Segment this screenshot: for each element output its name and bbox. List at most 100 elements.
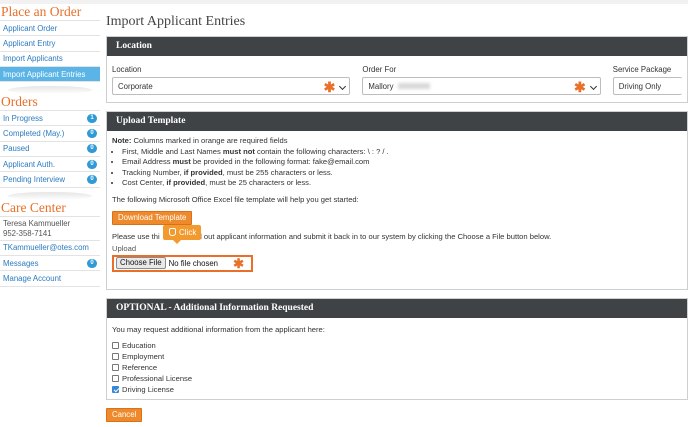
count-badge: 1 (87, 113, 97, 123)
orders-list: In Progress 1 Completed (May.) 0 Paused 0 A… (0, 110, 100, 188)
location-field: Location Corporate ✱ (112, 65, 351, 95)
sidebar-item-label: Applicant Auth. (3, 159, 56, 169)
location-panel-heading: Location (107, 37, 687, 56)
rule-text: First, Middle and Last Names (122, 146, 223, 156)
sidebar-item-label: Applicant Entry (3, 38, 56, 48)
location-row: Location Corporate ✱ Order For Mallory ✱ (112, 61, 682, 95)
count-badge: 0 (87, 258, 97, 268)
sidebar-item-applicant-auth[interactable]: Applicant Auth. 0 (0, 156, 100, 171)
sidebar-item-in-progress[interactable]: In Progress 1 (0, 110, 100, 125)
upload-template-panel: Upload Template Note: Columns marked in … (106, 111, 688, 290)
redacted-name (397, 83, 430, 89)
option-professional-license[interactable]: Professional License (112, 373, 682, 384)
rule-text: Cost Center, (122, 178, 167, 187)
rule-emphasis: must (172, 157, 191, 166)
location-panel-body: Location Corporate ✱ Order For Mallory ✱ (107, 56, 687, 102)
optional-intro: You may request additional information f… (112, 325, 325, 334)
order-for-label: Order For (362, 65, 397, 74)
option-reference[interactable]: Reference (112, 362, 682, 373)
upload-template-body: Note: Columns marked in orange are requi… (107, 131, 687, 289)
contact-phone: 952-358-7141 (3, 228, 52, 238)
email-text: TKammueller@otes.com (3, 243, 89, 253)
required-asterisk-icon: ✱ (323, 79, 336, 95)
service-package-select[interactable]: Driving Only (612, 77, 682, 95)
sidebar: Place an Order Applicant Order Applicant… (0, 4, 100, 287)
location-select[interactable]: Corporate ✱ (112, 77, 351, 95)
location-value: Corporate (118, 81, 153, 91)
service-package-field: Service Package Driving Only (612, 65, 682, 95)
instructions-start: Please use thi (112, 232, 160, 241)
sidebar-item-label: Manage Account (3, 273, 62, 283)
option-education[interactable]: Education (112, 341, 682, 352)
location-label: Location (112, 65, 142, 74)
sidebar-item-applicant-entry[interactable]: Applicant Entry (0, 35, 100, 50)
chevron-down-icon (339, 82, 347, 91)
sidebar-item-applicant-order[interactable]: Applicant Order (0, 20, 100, 35)
callout-text: Click (179, 227, 197, 237)
required-asterisk-icon: ✱ (574, 79, 586, 95)
option-label: Driving License (122, 384, 174, 394)
count-badge: 0 (87, 144, 97, 154)
care-center-list: Teresa Kammueller 952-358-7141 TKammuell… (0, 215, 100, 287)
order-for-select[interactable]: Mallory ✱ (362, 77, 601, 95)
service-package-value: Driving Only (618, 81, 662, 91)
checkbox-professional-license[interactable] (112, 374, 119, 382)
count-badge: 0 (87, 129, 97, 139)
option-employment[interactable]: Employment (112, 351, 682, 362)
option-driving-license[interactable]: Driving License (112, 384, 682, 395)
top-bar (0, 0, 688, 4)
download-template-button[interactable]: Download Template (112, 211, 193, 225)
sidebar-item-import-applicants[interactable]: Import Applicants (0, 50, 100, 66)
footer-actions: Cancel (106, 408, 688, 422)
sidebar-item-label: Import Applicants (3, 54, 63, 64)
sidebar-item-completed[interactable]: Completed (May.) 0 (0, 125, 100, 140)
place-order-list: Applicant Order Applicant Entry Import A… (0, 20, 100, 83)
template-text: The following Microsoft Office Excel fil… (112, 194, 359, 204)
cancel-button[interactable]: Cancel (106, 408, 143, 422)
sidebar-item-manage-account[interactable]: Manage Account (0, 270, 100, 285)
sidebar-item-label: In Progress (3, 113, 43, 123)
main-content: Import Applicant Entries Location Locati… (106, 14, 688, 422)
sidebar-item-paused[interactable]: Paused 0 (0, 140, 100, 156)
rule-emphasis: must not (222, 146, 255, 156)
contact-email-link[interactable]: TKammueller@otes.com (0, 239, 100, 255)
sidebar-item-messages[interactable]: Messages 0 (0, 254, 100, 270)
rule-text: Email Address (122, 157, 173, 166)
checkbox-driving-license[interactable] (112, 385, 119, 393)
checkbox-reference[interactable] (112, 363, 119, 371)
option-label: Professional License (122, 373, 193, 383)
sidebar-item-label: Pending Interview (3, 175, 65, 185)
upload-template-heading: Upload Template (107, 112, 687, 131)
sidebar-item-import-applicant-entries[interactable]: Import Applicant Entries (0, 65, 100, 82)
option-label: Reference (122, 362, 158, 372)
choose-file-button[interactable]: Choose File (116, 257, 166, 269)
contact-info: Teresa Kammueller 952-358-7141 (0, 215, 100, 240)
location-panel: Location Location Corporate ✱ Order For … (106, 36, 688, 103)
rule-emphasis: if provided (183, 167, 223, 177)
service-package-label: Service Package (612, 65, 672, 74)
list-item: Cost Center, if provided, must be 25 cha… (122, 178, 682, 189)
sidebar-item-label: Paused (3, 144, 30, 154)
page-title: Import Applicant Entries (106, 14, 246, 29)
sidebar-item-pending-interview[interactable]: Pending Interview 0 (0, 171, 100, 186)
upload-label: Upload (112, 243, 137, 253)
instructions-end: ill out applicant information and submit… (196, 232, 552, 241)
place-order-title: Place an Order (1, 4, 82, 19)
rule-text: Tracking Number, (122, 167, 184, 177)
divider (8, 191, 92, 200)
checkbox-employment[interactable] (112, 353, 119, 361)
file-input[interactable]: Choose File No file chosen ✱ (112, 254, 253, 272)
download-row: Download Template (112, 211, 682, 225)
chevron-down-icon (589, 82, 597, 91)
sidebar-item-label: Applicant Order (3, 23, 58, 33)
contact-name: Teresa Kammueller (3, 218, 71, 228)
rule-text: contain the following characters: \ : ? … (254, 146, 389, 156)
rule-text: , must be 25 characters or less. (205, 178, 312, 187)
hand-pointer-icon (169, 228, 176, 236)
no-file-text: No file chosen (168, 258, 219, 268)
divider (8, 86, 92, 95)
checkbox-education[interactable] (112, 342, 119, 350)
sidebar-item-label: Completed (May.) (3, 129, 65, 139)
note-text: Columns marked in orange are required fi… (131, 136, 288, 145)
note-label: Note: (112, 136, 132, 145)
